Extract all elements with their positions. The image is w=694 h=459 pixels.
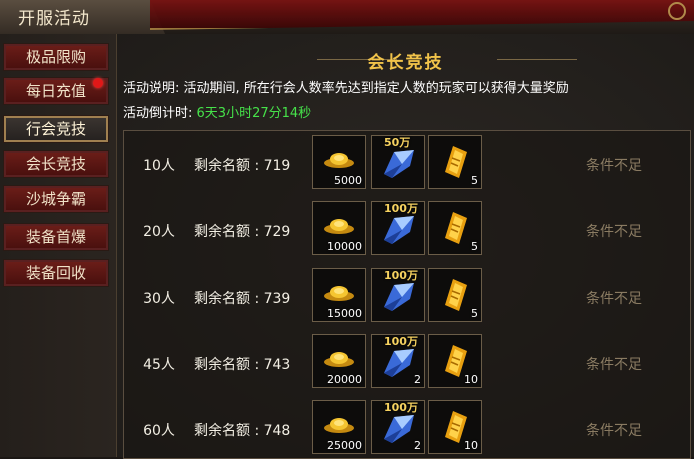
activity-sidebar: 极品限购 每日充值 行会竞技 会长竞技 沙城争霸 装备首爆 装备回收 bbox=[0, 34, 117, 457]
blue-crystal-icon bbox=[384, 150, 414, 178]
remaining-quota: 剩余名额 : 739 bbox=[194, 291, 291, 307]
item-tag: 100万 bbox=[384, 269, 418, 282]
reward-slot-ticket[interactable]: 10 bbox=[428, 334, 482, 388]
remaining-quota: 剩余名额 : 743 bbox=[194, 357, 291, 373]
item-quantity: 25000 bbox=[327, 439, 362, 452]
blue-crystal-icon bbox=[384, 283, 414, 311]
sidebar-item-first-drop[interactable]: 装备首爆 bbox=[3, 223, 109, 251]
reward-slot-ticket[interactable]: 5 bbox=[428, 201, 482, 255]
item-quantity: 5 bbox=[471, 240, 478, 253]
item-quantity: 20000 bbox=[327, 373, 362, 386]
claim-status[interactable]: 条件不足 bbox=[564, 155, 664, 175]
reward-list: 10人 剩余名额 : 719 5000 50万 5 条件不足 20人 剩余名额 … bbox=[123, 130, 691, 459]
sidebar-item-label: 装备首爆 bbox=[25, 228, 86, 246]
claim-status[interactable]: 条件不足 bbox=[564, 288, 664, 308]
item-quantity: 10000 bbox=[327, 240, 362, 253]
reward-row: 45人 剩余名额 : 743 20000 100万 2 10 条件不足 bbox=[124, 330, 690, 396]
countdown-label: 活动倒计时: bbox=[123, 106, 193, 121]
gold-ingot-icon bbox=[324, 153, 354, 168]
sidebar-item-label: 极品限购 bbox=[25, 48, 86, 66]
reward-slot-ingot[interactable]: 10000 bbox=[312, 201, 366, 255]
sidebar-item-daily-recharge[interactable]: 每日充值 bbox=[3, 77, 109, 105]
sidebar-item-castle-war[interactable]: 沙城争霸 bbox=[3, 185, 109, 213]
page-title: 会长竞技 bbox=[367, 53, 444, 73]
gold-ingot-icon bbox=[324, 219, 354, 234]
item-quantity: 2 bbox=[414, 373, 421, 386]
item-tag: 100万 bbox=[384, 202, 418, 215]
member-count: 20人 bbox=[143, 224, 175, 240]
item-quantity: 15000 bbox=[327, 307, 362, 320]
countdown: 活动倒计时: 6天3小时27分14秒 bbox=[123, 102, 311, 121]
item-quantity: 2 bbox=[414, 439, 421, 452]
reward-slot-crystal[interactable]: 100万 bbox=[371, 268, 425, 322]
sidebar-item-label: 会长竞技 bbox=[25, 155, 86, 173]
gold-ticket-icon bbox=[445, 212, 467, 244]
claim-status[interactable]: 条件不足 bbox=[564, 221, 664, 241]
reward-row: 10人 剩余名额 : 719 5000 50万 5 条件不足 bbox=[124, 131, 690, 197]
member-count: 60人 bbox=[143, 423, 175, 439]
reward-slot-ingot[interactable]: 25000 bbox=[312, 400, 366, 454]
reward-slot-crystal[interactable]: 100万 bbox=[371, 201, 425, 255]
notification-dot-icon bbox=[93, 78, 103, 88]
reward-row: 60人 剩余名额 : 748 25000 100万 2 10 条件不足 bbox=[124, 396, 690, 458]
reward-slot-ingot[interactable]: 15000 bbox=[312, 268, 366, 322]
item-quantity: 10 bbox=[464, 439, 478, 452]
activity-main-panel: 会长竞技 活动说明: 活动期间, 所在行会人数率先达到指定人数的玩家可以获得大量… bbox=[117, 34, 694, 459]
gold-ingot-icon bbox=[324, 352, 354, 367]
gold-ticket-icon bbox=[445, 279, 467, 311]
reward-row: 30人 剩余名额 : 739 15000 100万 5 条件不足 bbox=[124, 264, 690, 330]
reward-slot-crystal[interactable]: 100万 2 bbox=[371, 334, 425, 388]
reward-slot-ingot[interactable]: 5000 bbox=[312, 135, 366, 189]
countdown-value: 6天3小时27分14秒 bbox=[196, 106, 312, 121]
claim-status[interactable]: 条件不足 bbox=[564, 420, 664, 440]
gold-ingot-icon bbox=[324, 418, 354, 433]
blue-crystal-icon bbox=[384, 216, 414, 244]
sidebar-item-equipment-recycle[interactable]: 装备回收 bbox=[3, 259, 109, 287]
reward-slot-crystal[interactable]: 100万 2 bbox=[371, 400, 425, 454]
window-title: 开服活动 bbox=[18, 9, 90, 29]
window-title-bar: 开服活动 bbox=[0, 0, 694, 35]
reward-slot-ticket[interactable]: 5 bbox=[428, 268, 482, 322]
member-count: 10人 bbox=[143, 158, 175, 174]
claim-status[interactable]: 条件不足 bbox=[564, 354, 664, 374]
reward-row: 20人 剩余名额 : 729 10000 100万 5 条件不足 bbox=[124, 197, 690, 263]
blue-crystal-icon bbox=[384, 415, 414, 443]
item-tag: 50万 bbox=[384, 136, 411, 149]
item-tag: 100万 bbox=[384, 401, 418, 414]
sidebar-item-leader-competition[interactable]: 会长竞技 bbox=[3, 150, 109, 178]
red-curtain-decoration bbox=[150, 0, 694, 30]
member-count: 45人 bbox=[143, 357, 175, 373]
gold-ingot-icon bbox=[324, 286, 354, 301]
sidebar-item-premium-purchase[interactable]: 极品限购 bbox=[3, 43, 109, 71]
member-count: 30人 bbox=[143, 291, 175, 307]
item-quantity: 10 bbox=[464, 373, 478, 386]
blue-crystal-icon bbox=[384, 349, 414, 377]
sidebar-item-label: 装备回收 bbox=[25, 264, 86, 282]
corner-ornament-icon bbox=[668, 2, 686, 20]
item-quantity: 5 bbox=[471, 307, 478, 320]
sidebar-item-guild-competition[interactable]: 行会竞技 bbox=[3, 115, 109, 143]
sidebar-item-label: 行会竞技 bbox=[25, 120, 86, 138]
activity-description: 活动说明: 活动期间, 所在行会人数率先达到指定人数的玩家可以获得大量奖励 bbox=[123, 81, 569, 96]
item-quantity: 5000 bbox=[334, 174, 362, 187]
reward-slot-ingot[interactable]: 20000 bbox=[312, 334, 366, 388]
reward-slot-ticket[interactable]: 10 bbox=[428, 400, 482, 454]
remaining-quota: 剩余名额 : 729 bbox=[194, 224, 291, 240]
remaining-quota: 剩余名额 : 748 bbox=[194, 423, 291, 439]
gold-ticket-icon bbox=[445, 146, 467, 178]
remaining-quota: 剩余名额 : 719 bbox=[194, 158, 291, 174]
item-quantity: 5 bbox=[471, 174, 478, 187]
sidebar-item-label: 每日充值 bbox=[25, 82, 86, 100]
reward-slot-crystal[interactable]: 50万 bbox=[371, 135, 425, 189]
item-tag: 100万 bbox=[384, 335, 418, 348]
reward-slot-ticket[interactable]: 5 bbox=[428, 135, 482, 189]
sidebar-item-label: 沙城争霸 bbox=[25, 190, 86, 208]
